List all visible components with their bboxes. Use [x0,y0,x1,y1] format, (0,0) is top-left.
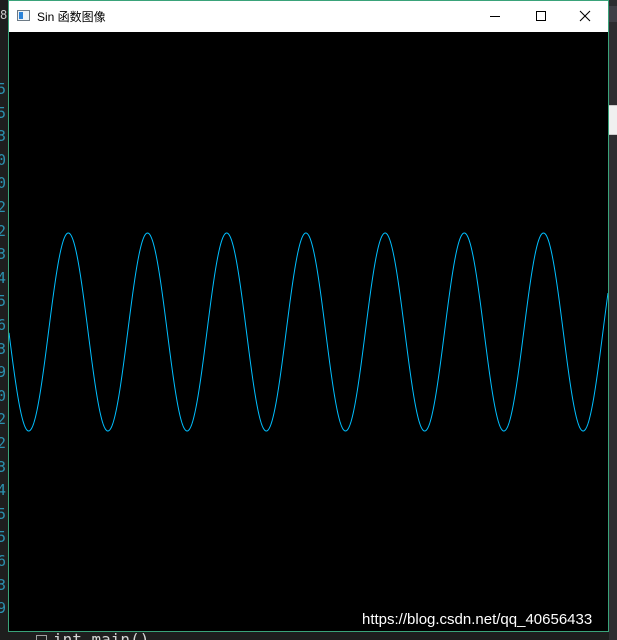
ide-line-number: 2 [0,434,7,452]
canvas-background [9,32,608,631]
ide-line-number: 2 [0,198,7,216]
close-icon [579,10,591,22]
desktop: 5 5 3 0 0 2 2 3 4 5 6 3 9 0 2 2 3 4 5 5 6 3 9 8 Sin 函数图像 int m… [0,0,617,640]
ide-bottom-code: int main() [36,630,149,640]
ide-line-number: 2 [0,221,7,240]
ide-line-number: 3 [0,245,7,264]
ide-line-number: 3 [0,339,7,358]
maximize-button[interactable] [518,1,564,31]
ide-line-number: 0 [0,150,7,169]
ide-line-number: 0 [0,386,7,405]
app-window-icon[interactable] [17,10,30,21]
ide-line-number: 5 [0,80,7,98]
ide-line-number: 3 [0,575,7,594]
ide-background-text: 8 [0,8,8,22]
close-button[interactable] [562,1,608,31]
ide-line-number: 3 [0,127,7,146]
ide-line-number: 0 [0,174,7,193]
ide-right-panel [609,105,617,135]
ide-line-number: 3 [0,457,7,476]
watermark: https://blog.csdn.net/qq_40656433 [362,611,593,628]
ide-code-line: int main() [53,630,150,640]
ide-line-number: 6 [0,552,7,570]
ide-line-number: 4 [0,481,7,500]
ide-line-number: 9 [0,363,7,382]
ide-line-number: 5 [0,292,7,311]
ide-line-number: 6 [0,316,7,334]
title-bar[interactable]: Sin 函数图像 [9,1,608,31]
maximize-icon [536,11,546,21]
sin-plot-window: Sin 函数图像 [8,0,609,632]
ide-line-number: 9 [0,599,7,618]
ide-line-number: 2 [0,410,7,429]
minimize-icon [490,16,500,17]
ide-line-number: 5 [0,103,7,122]
sine-chart [9,32,608,631]
collapse-box-icon [36,635,47,640]
window-title: Sin 函数图像 [37,10,106,24]
ide-line-number: 4 [0,268,7,287]
ide-right-edge [609,0,617,640]
ide-right-chip [609,6,617,22]
plot-canvas [9,32,608,631]
ide-line-number: 5 [0,504,7,523]
ide-line-number: 5 [0,528,7,547]
minimize-button[interactable] [472,1,518,31]
